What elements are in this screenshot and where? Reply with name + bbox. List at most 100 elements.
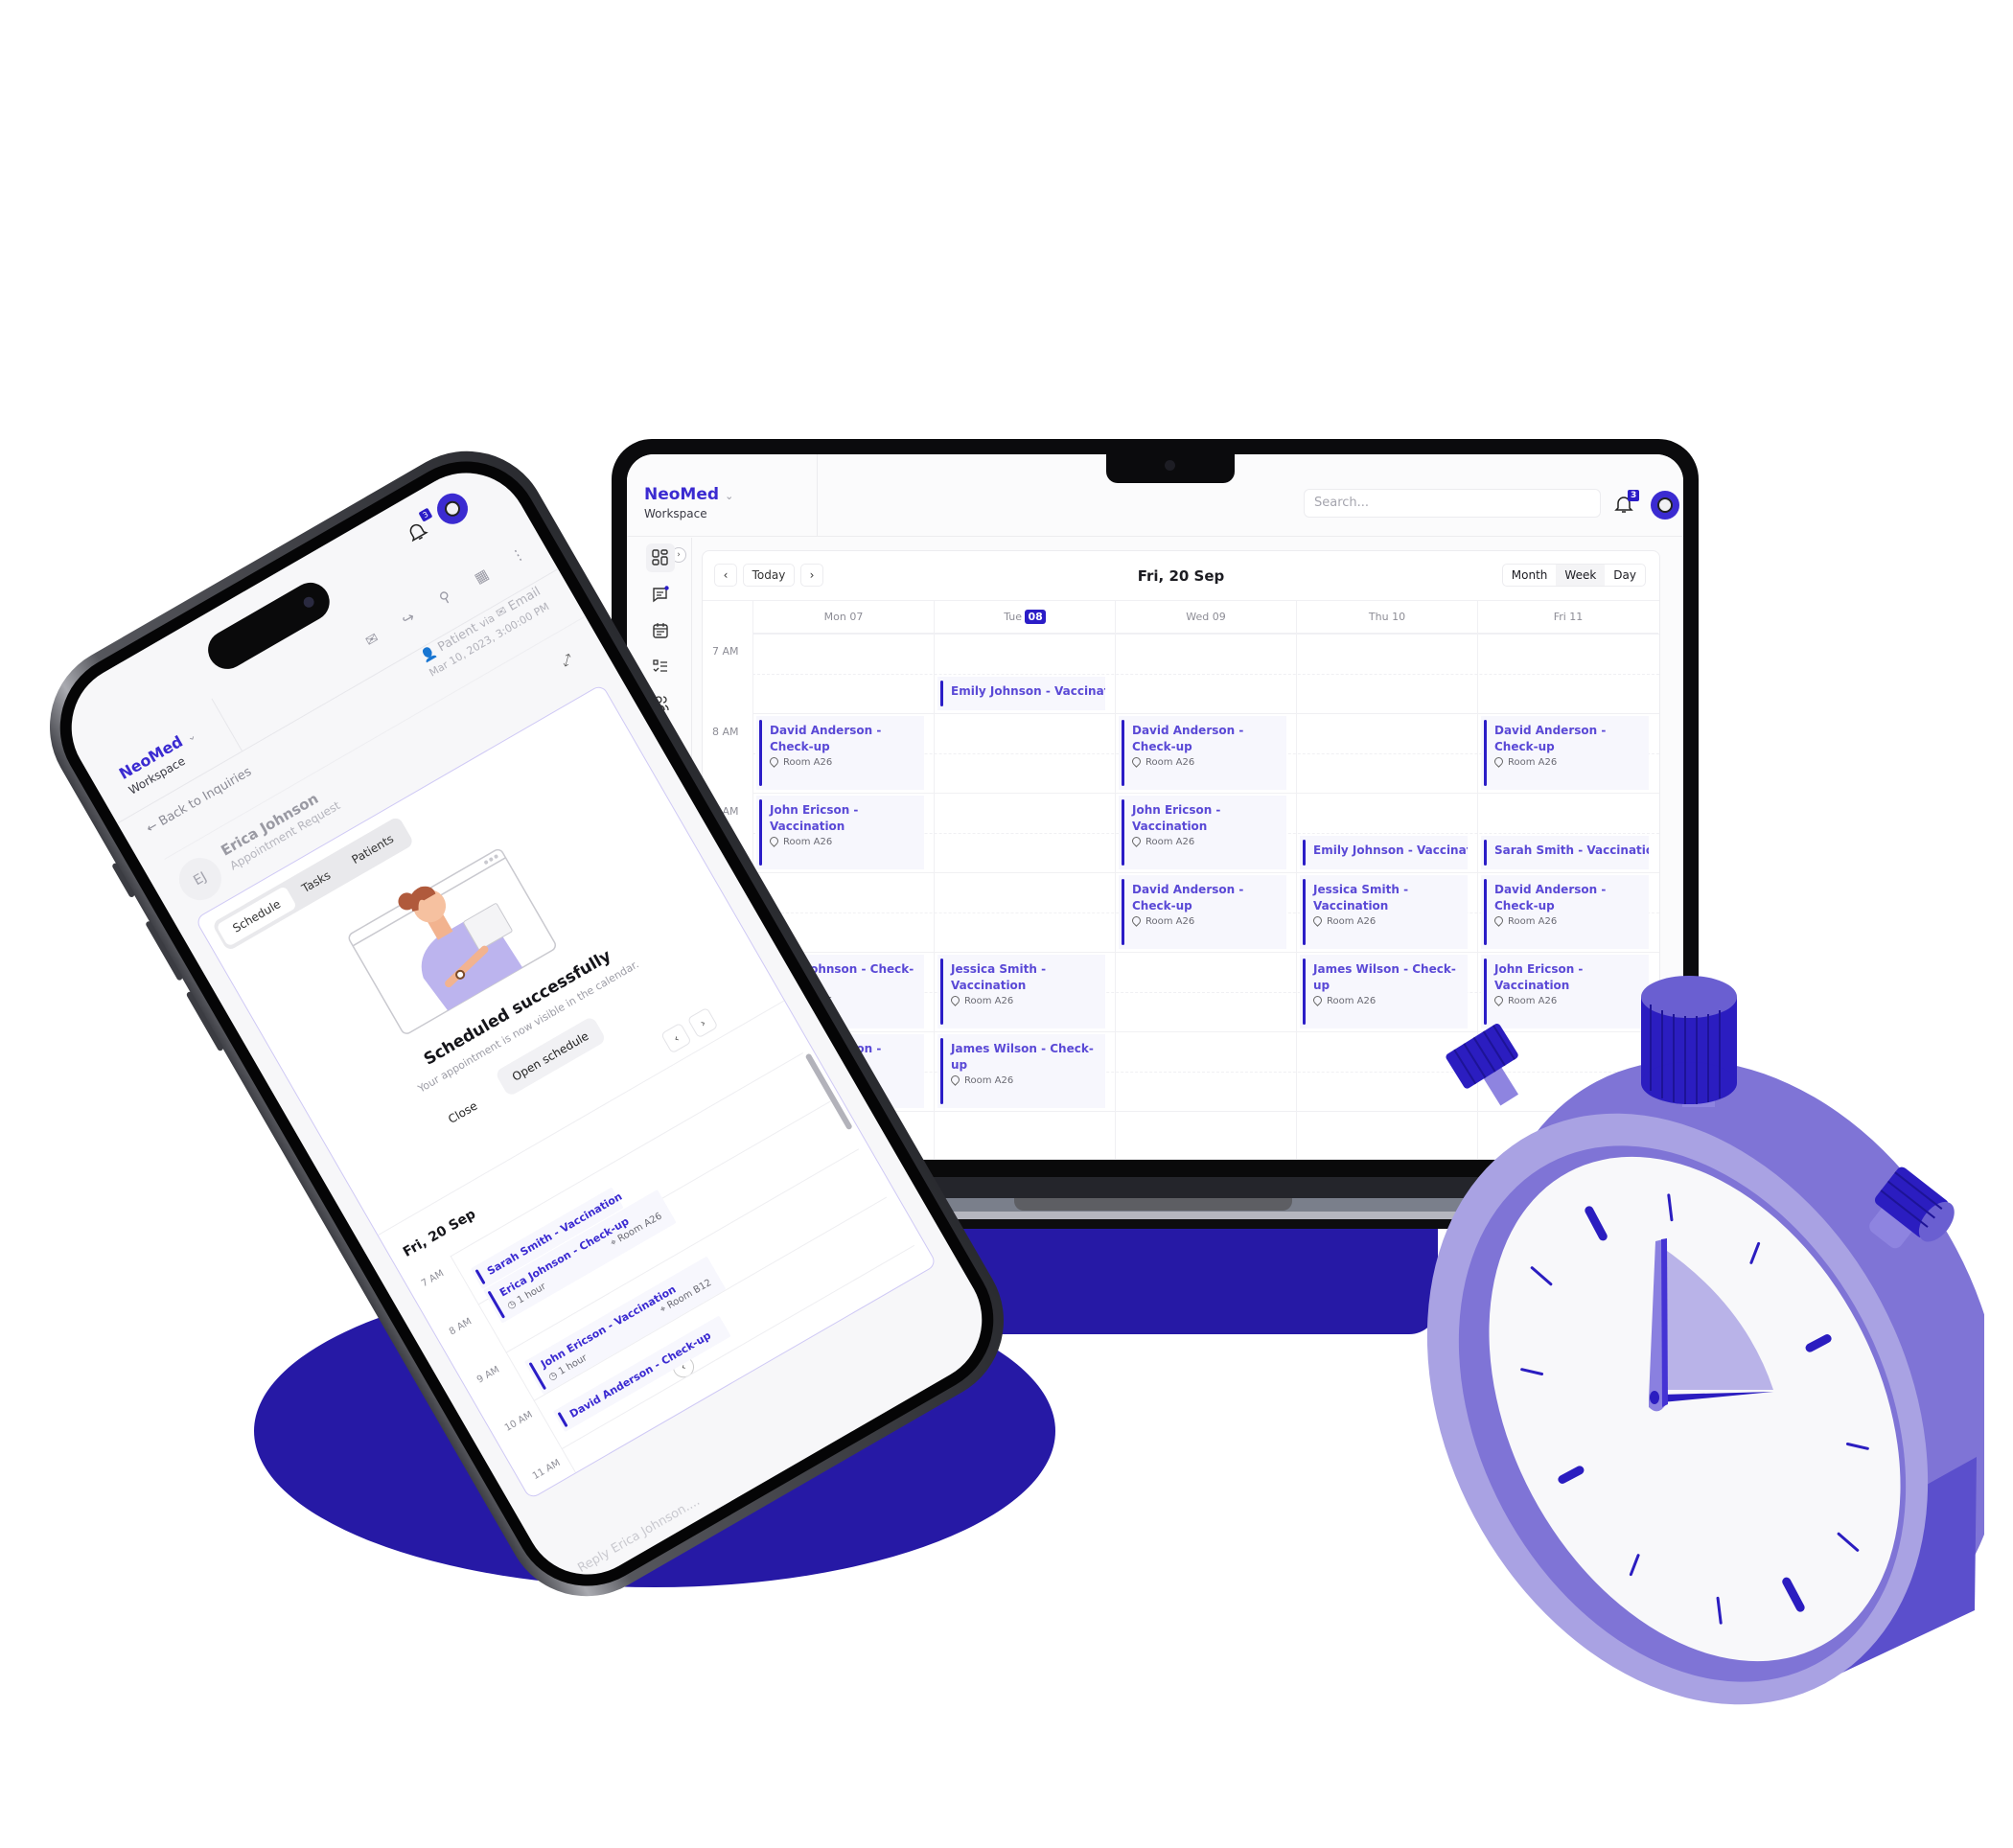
- workspace-switcher[interactable]: NeoMed⌄ Workspace: [644, 485, 733, 520]
- rail-item-messages[interactable]: [646, 580, 675, 609]
- location-pin-icon: [1311, 994, 1324, 1006]
- calendar-event[interactable]: James Wilson - Check-up Room A26: [937, 1034, 1105, 1108]
- time-label: 11 AM: [530, 1457, 563, 1483]
- forward-icon[interactable]: ↪: [395, 607, 421, 631]
- mail-icon[interactable]: ✉: [359, 628, 384, 652]
- prev-day-button[interactable]: ‹: [660, 1022, 692, 1054]
- time-label: 8 AM: [712, 725, 739, 738]
- time-label: 7 AM: [712, 645, 739, 658]
- grid-line: [752, 952, 1659, 953]
- event-room: Room A26: [1130, 755, 1279, 768]
- event-room: Room A26: [949, 994, 1098, 1006]
- day-header[interactable]: Tue 08: [934, 601, 1115, 634]
- search-input[interactable]: Search...: [1304, 489, 1601, 518]
- event-title: Sarah Smith - Vaccination: [1494, 843, 1649, 857]
- calendar-event[interactable]: David Anderson - Check-up Room A26: [1481, 716, 1649, 790]
- calendar-toolbar: ‹ Today › Fri, 20 Sep Month Week Day: [703, 551, 1659, 601]
- event-title: Emily Johnson - Vaccinat: [1313, 843, 1468, 857]
- room-label: Room A26: [1145, 837, 1195, 847]
- tab-schedule[interactable]: Schedule: [216, 885, 298, 947]
- location-pin-icon: [949, 994, 961, 1006]
- stopwatch-pivot: [1650, 1391, 1659, 1404]
- more-vertical-icon[interactable]: ⋮: [505, 543, 531, 567]
- rail-item-tasks[interactable]: [646, 653, 675, 681]
- room-label: Room A26: [1327, 996, 1377, 1006]
- calendar-event[interactable]: Emily Johnson - Vaccinat: [1300, 835, 1468, 869]
- day-view-title: Fri, 20 Sep: [400, 1206, 479, 1260]
- calendar-event[interactable]: Jessica Smith - Vaccination Room A26: [937, 955, 1105, 1028]
- chevron-down-icon: ⌄: [725, 490, 734, 502]
- calendar-add-icon[interactable]: ▦: [469, 565, 495, 589]
- event-room: Room A26: [1130, 835, 1279, 847]
- calendar-event[interactable]: John Ericson - Vaccination Room A26: [1119, 796, 1286, 869]
- event-room: Room A26: [1311, 914, 1460, 927]
- day-header[interactable]: Fri 11: [1477, 601, 1658, 634]
- user-avatar[interactable]: [1651, 491, 1679, 520]
- day-header[interactable]: Mon 07: [752, 601, 934, 634]
- calendar-event[interactable]: Jessica Smith - Vaccination Room A26: [1300, 875, 1468, 949]
- calendar-event[interactable]: David Anderson - Check-up Room A26: [1481, 875, 1649, 949]
- calendar-event[interactable]: David Anderson - Check-up Room A26: [1119, 875, 1286, 949]
- close-button[interactable]: Close: [432, 1087, 493, 1138]
- day-name: Tue: [1004, 611, 1026, 623]
- user-avatar[interactable]: [431, 487, 474, 530]
- workspace-switcher[interactable]: NeoMed⌄ Workspace: [116, 725, 207, 797]
- room-label: Room A26: [783, 757, 833, 768]
- event-title: David Anderson - Check-up: [1132, 724, 1244, 753]
- calendar-event[interactable]: Sarah Smith - Vaccination: [1481, 835, 1649, 869]
- event-title: Emily Johnson - Vaccinat: [951, 683, 1105, 698]
- room-label: Room A26: [1508, 757, 1558, 768]
- event-room: Room A26: [1492, 755, 1641, 768]
- time-label: 8 AM: [447, 1316, 474, 1338]
- today-badge: 08: [1025, 610, 1046, 624]
- tab-patients[interactable]: Patients: [335, 820, 410, 879]
- location-pin-icon: [949, 1074, 961, 1086]
- day-header[interactable]: Wed 09: [1115, 601, 1296, 634]
- rail-item-dashboard[interactable]: [646, 543, 675, 572]
- location-pin-icon: [1311, 914, 1324, 927]
- view-month[interactable]: Month: [1503, 565, 1557, 586]
- location-pin-icon: [1130, 914, 1143, 927]
- pin-icon[interactable]: ⚲: [432, 586, 458, 610]
- location-pin-icon: [1130, 755, 1143, 768]
- day-header[interactable]: Thu 10: [1296, 601, 1477, 634]
- location-pin-icon: [1492, 914, 1505, 927]
- event-title: David Anderson - Check-up: [1132, 883, 1244, 912]
- day-name: Wed: [1186, 611, 1213, 623]
- location-pin-icon: [768, 755, 780, 768]
- event-room: Room A26: [1492, 914, 1641, 927]
- day-number: 11: [1569, 611, 1584, 623]
- tab-tasks[interactable]: Tasks: [285, 857, 347, 908]
- next-day-button[interactable]: ›: [686, 1006, 719, 1039]
- event-room: Room A26: [949, 1074, 1098, 1086]
- stopwatch-left-button: [1446, 1024, 1519, 1106]
- room-label: Room A26: [1327, 916, 1377, 927]
- grid-line: [752, 673, 1659, 675]
- day-number: 10: [1392, 611, 1406, 623]
- view-week[interactable]: Week: [1556, 565, 1606, 586]
- time-label: 7 AM: [419, 1268, 447, 1290]
- time-label: 9 AM: [474, 1364, 502, 1386]
- calendar-event[interactable]: John Ericson - Vaccination Room A26: [756, 796, 924, 869]
- laptop-notch: [1106, 454, 1235, 483]
- event-room: Room A26: [768, 835, 916, 847]
- location-pin-icon: [1130, 835, 1143, 847]
- event-title: John Ericson - Vaccination: [770, 803, 859, 833]
- event-title: Jessica Smith - Vaccination: [1313, 883, 1409, 912]
- rail-item-calendar[interactable]: [646, 616, 675, 645]
- expand-icon[interactable]: ⤢: [559, 651, 576, 669]
- header-divider: [817, 454, 818, 537]
- day-name: Mon: [823, 611, 850, 623]
- chevron-down-icon: ⌄: [184, 728, 198, 745]
- brand-name: NeoMed: [644, 485, 720, 504]
- room-label: Room A26: [1508, 916, 1558, 927]
- view-day[interactable]: Day: [1605, 565, 1645, 586]
- contact-avatar: EJ: [171, 850, 229, 909]
- calendar-event[interactable]: David Anderson - Check-up Room A26: [1119, 716, 1286, 790]
- grid-line: [752, 713, 1659, 714]
- calendar-event[interactable]: David Anderson - Check-up Room A26: [756, 716, 924, 790]
- avatar-face-icon: [442, 497, 463, 520]
- day-number: 09: [1212, 611, 1226, 623]
- calendar-event[interactable]: Emily Johnson - Vaccinat: [937, 676, 1105, 710]
- bell-icon[interactable]: [402, 516, 433, 547]
